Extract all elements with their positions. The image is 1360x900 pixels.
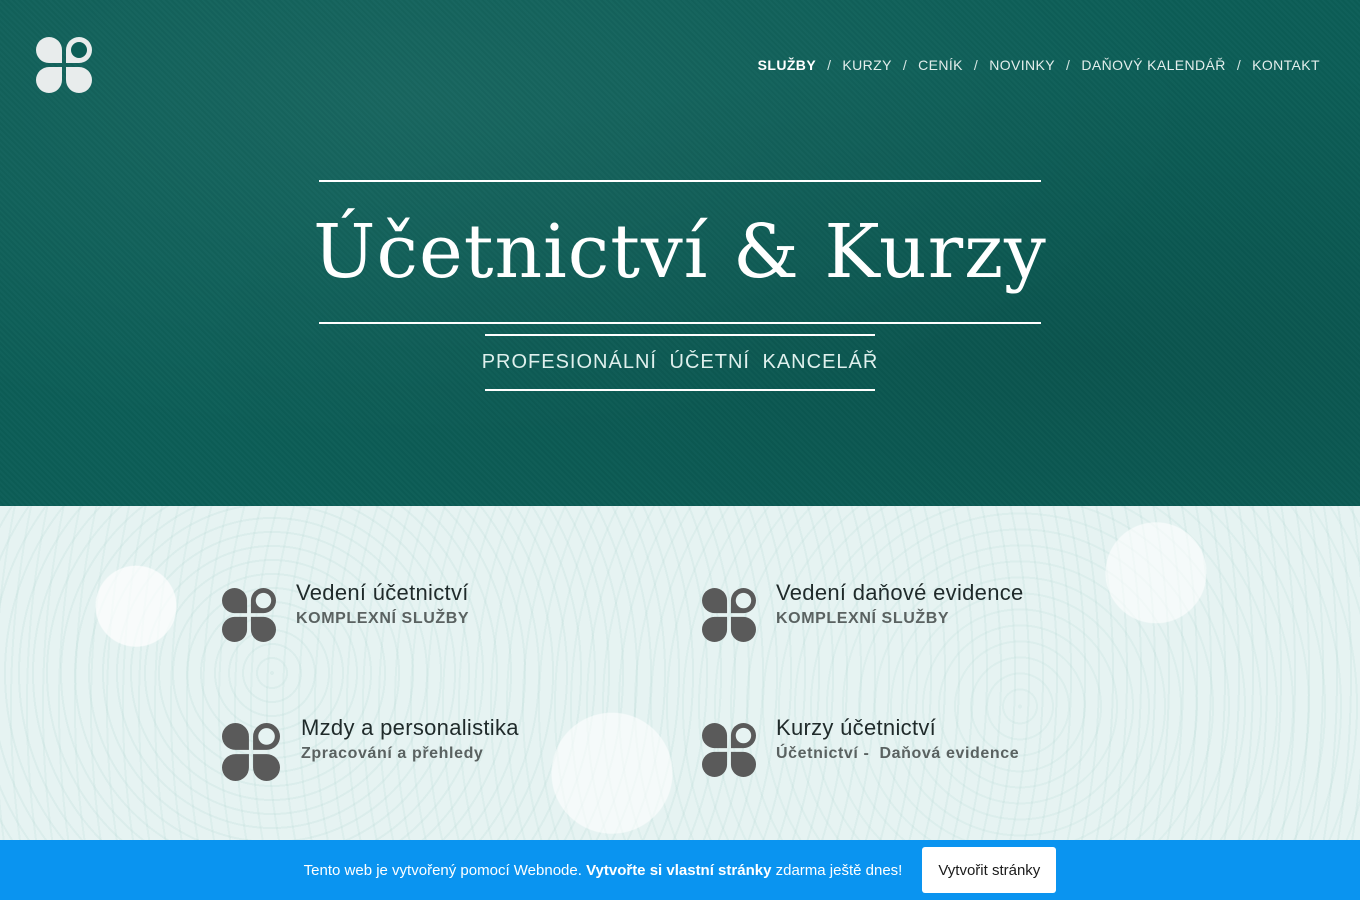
clover-icon <box>222 723 280 781</box>
webnode-banner: Tento web je vytvořený pomocí Webnode. V… <box>0 840 1360 900</box>
clover-icon <box>702 723 756 777</box>
nav-item-sluzby[interactable]: SLUŽBY <box>758 57 816 73</box>
service-subtitle: KOMPLEXNÍ SLUŽBY <box>296 610 470 627</box>
service-title: Vedení daňové evidence <box>776 580 1024 605</box>
banner-text-bold[interactable]: Vytvořte si vlastní stránky <box>586 862 771 879</box>
service-title: Mzdy a personalistika <box>301 715 519 740</box>
nav-item-danovy-kalendar[interactable]: DAŇOVÝ KALENDÁŘ <box>1081 57 1225 73</box>
hero-subtitle-frame: PROFESIONÁLNÍ ÚČETNÍ KANCELÁŘ <box>482 334 877 391</box>
nav-separator: / <box>1066 57 1071 73</box>
main-nav: SLUŽBY / KURZY / CENÍK / NOVINKY / DAŇOV… <box>758 57 1320 73</box>
hero-title: Účetnictví & Kurzy <box>313 209 1047 295</box>
nav-item-cenik[interactable]: CENÍK <box>918 57 963 73</box>
service-subtitle: KOMPLEXNÍ SLUŽBY <box>776 610 950 627</box>
nav-separator: / <box>902 57 908 73</box>
service-title: Kurzy účetnictví <box>776 715 937 740</box>
nav-item-kurzy[interactable]: KURZY <box>842 57 891 73</box>
service-vedeni-danove-evidence[interactable]: Vedení daňové evidence KOMPLEXNÍ SLUŽBY <box>702 580 1024 642</box>
hero-title-frame: Účetnictví & Kurzy <box>313 180 1046 324</box>
services-section: Vedení účetnictví KOMPLEXNÍ SLUŽBY Veden… <box>0 506 1360 840</box>
service-subtitle: Účetnictví - Daňová evidence <box>776 745 1020 762</box>
clover-icon <box>702 588 756 642</box>
service-mzdy-personalistika[interactable]: Mzdy a personalistika Zpracování a přehl… <box>222 715 519 781</box>
banner-text: Tento web je vytvořený pomocí Webnode. V… <box>304 862 903 879</box>
service-kurzy-ucetnictvi[interactable]: Kurzy účetnictví Účetnictví - Daňová evi… <box>702 715 1020 777</box>
hero-section: SLUŽBY / KURZY / CENÍK / NOVINKY / DAŇOV… <box>0 0 1360 506</box>
nav-item-novinky[interactable]: NOVINKY <box>989 57 1055 73</box>
nav-separator: / <box>1236 57 1242 73</box>
banner-text-after: zdarma ještě dnes! <box>771 861 903 879</box>
nav-item-kontakt[interactable]: KONTAKT <box>1252 57 1320 73</box>
service-vedeni-ucetnictvi[interactable]: Vedení účetnictví KOMPLEXNÍ SLUŽBY <box>222 580 470 642</box>
hero-subtitle: PROFESIONÁLNÍ ÚČETNÍ KANCELÁŘ <box>481 351 879 373</box>
service-subtitle: Zpracování a přehledy <box>301 745 484 762</box>
nav-separator: / <box>827 57 832 73</box>
clover-icon <box>222 588 276 642</box>
clover-logo-icon[interactable] <box>36 37 92 93</box>
nav-separator: / <box>973 57 979 73</box>
create-site-button[interactable]: Vytvořit stránky <box>922 847 1057 893</box>
banner-text-before: Tento web je vytvořený pomocí Webnode. <box>303 861 587 879</box>
service-title: Vedení účetnictví <box>296 580 469 605</box>
